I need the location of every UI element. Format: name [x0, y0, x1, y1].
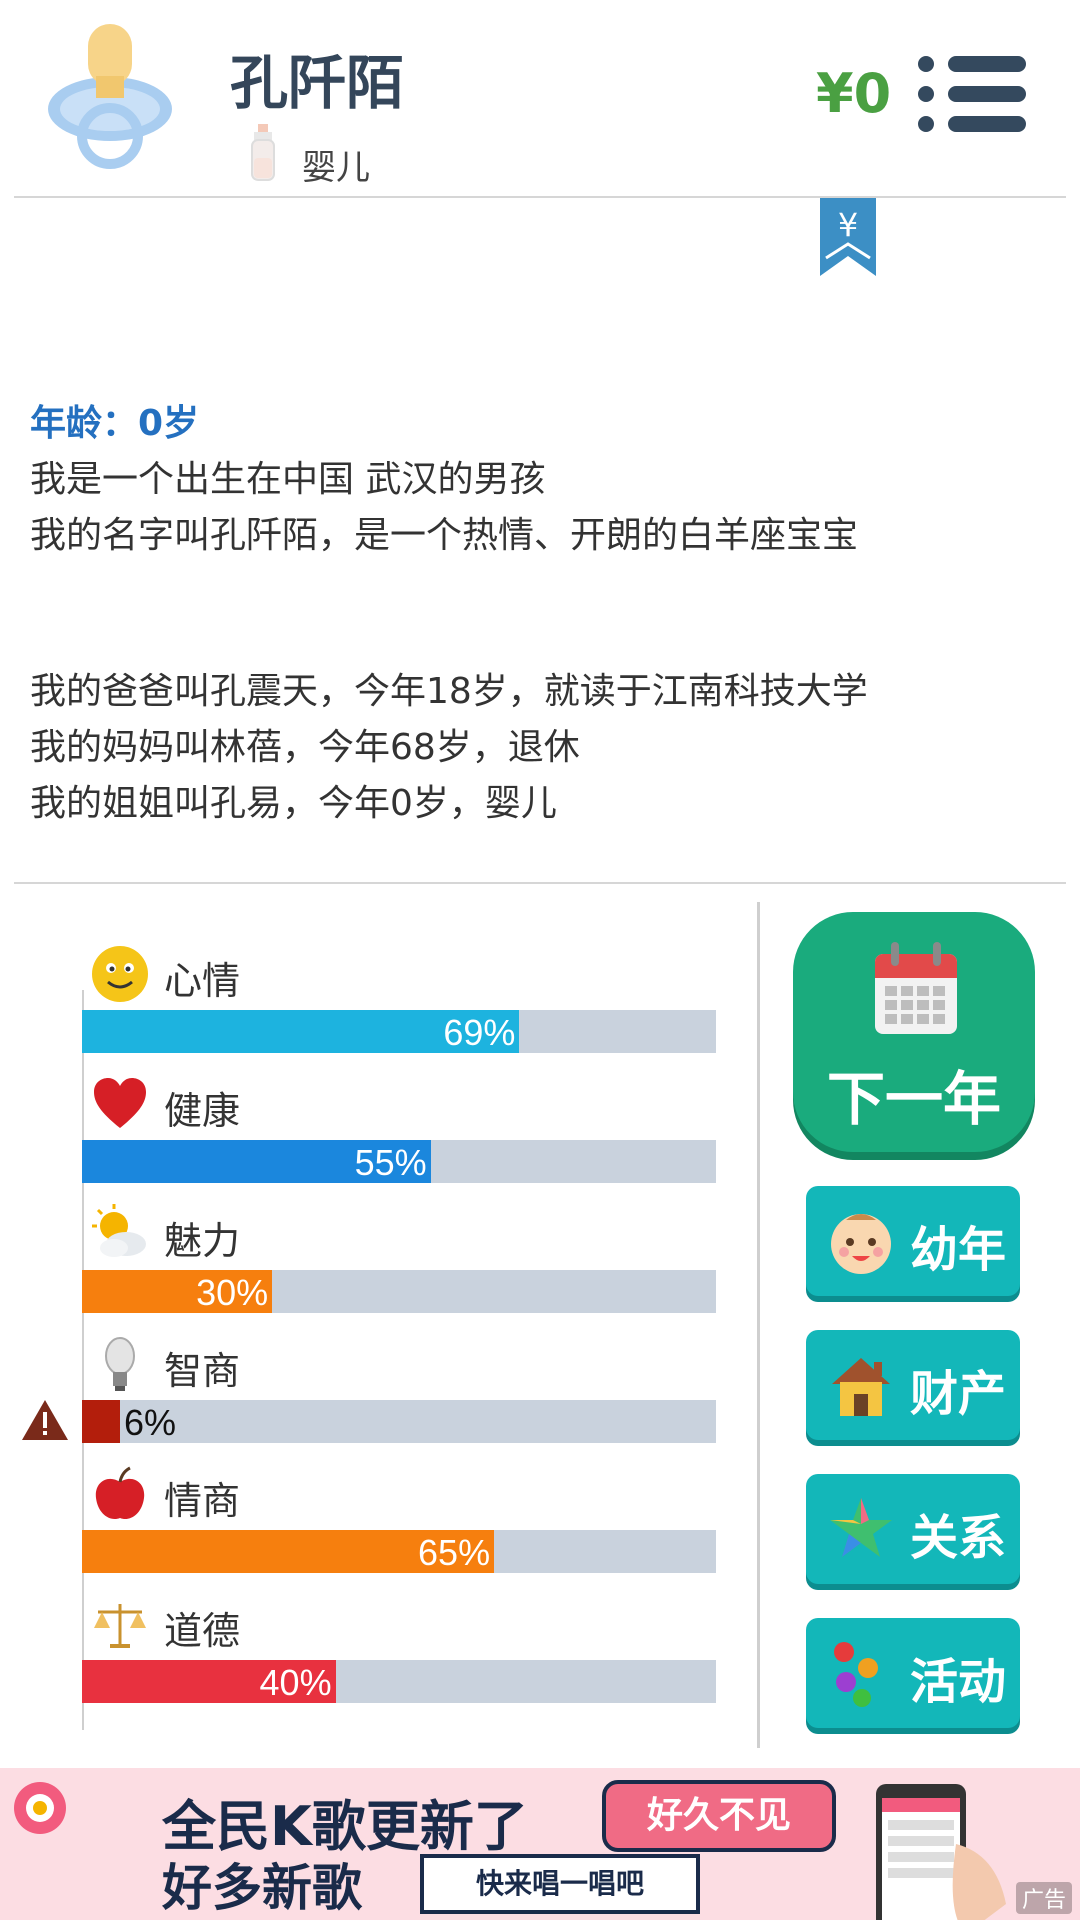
character-name: 孔阡陌 [230, 49, 405, 117]
stat-row: 道德 40% [0, 1594, 760, 1724]
story-line: 我是一个出生在中国 武汉的男孩 [30, 459, 546, 500]
baby-face-icon [831, 1214, 891, 1274]
stat-percent: 30% [196, 1272, 269, 1313]
smiley-icon [92, 946, 148, 1002]
stat-bar-fill: 65% [82, 1530, 495, 1573]
stat-row: 智商 6% [0, 1334, 760, 1464]
age-heading: 年龄：0岁 [30, 403, 200, 444]
baby-bottle-icon [251, 124, 275, 181]
stat-percent: 6% [124, 1402, 177, 1443]
sun-cloud-icon [92, 1204, 146, 1257]
stat-row: 魅力 30% [0, 1204, 760, 1334]
stat-bar-track: 30% [82, 1270, 716, 1313]
story-line: 我的爸爸叫孔震天，今年18岁，就读于江南科技大学 [30, 671, 868, 712]
calendar-icon [875, 942, 957, 1034]
story-divider [14, 882, 1066, 884]
phone-hand-icon [876, 1784, 1006, 1920]
money-amount: ¥0 [816, 62, 892, 125]
stat-label: 智商 [164, 1349, 241, 1393]
activities-button[interactable]: 活动 [806, 1618, 1020, 1728]
stat-percent: 69% [443, 1012, 516, 1053]
relations-button[interactable]: 关系 [806, 1474, 1020, 1584]
property-label: 财产 [910, 1366, 1007, 1422]
childhood-label: 幼年 [910, 1222, 1007, 1278]
childhood-button[interactable]: 幼年 [806, 1186, 1020, 1296]
stat-bar-fill: 40% [82, 1660, 336, 1703]
stat-bar-track: 65% [82, 1530, 716, 1573]
stat-bar-track: 55% [82, 1140, 716, 1183]
stat-label: 魅力 [164, 1219, 241, 1263]
ad-cta: 快来唱一唱吧 [420, 1854, 700, 1914]
header: 孔阡陌 婴儿 ¥0 [0, 0, 1080, 196]
pacifier-icon [48, 24, 172, 169]
stat-bar-fill: 6% [82, 1400, 176, 1443]
stat-row: 健康 55% [0, 1074, 760, 1204]
house-icon [832, 1358, 890, 1416]
scales-icon [94, 1604, 146, 1648]
story-line: 我的姐姐叫孔易，今年0岁，婴儿 [30, 783, 557, 824]
star-icon [830, 1498, 892, 1557]
apple-icon [95, 1466, 145, 1520]
lightbulb-icon [105, 1337, 135, 1391]
header-divider [14, 196, 1066, 198]
next-year-button[interactable]: 下一年 [793, 912, 1035, 1152]
menu-icon[interactable] [918, 56, 1026, 132]
story-line: 我的名字叫孔阡陌，是一个热情、开朗的白羊座宝宝 [30, 515, 859, 556]
relations-label: 关系 [910, 1510, 1007, 1566]
ksong-logo-icon [14, 1782, 66, 1834]
stat-bar-track: 69% [82, 1010, 716, 1053]
ad-bubble: 好久不见 [602, 1780, 836, 1852]
life-story: 年龄：0岁 我是一个出生在中国 武汉的男孩 我的名字叫孔阡陌，是一个热情、开朗的… [30, 396, 1050, 832]
life-stage-label: 婴儿 [302, 148, 370, 188]
warning-icon [22, 1400, 68, 1440]
ad-subtitle: 好多新歌 [162, 1859, 362, 1917]
stat-row: 心情 69% [0, 944, 760, 1074]
activities-label: 活动 [910, 1654, 1007, 1710]
stat-bar-fill: 30% [82, 1270, 273, 1313]
property-button[interactable]: 财产 [806, 1330, 1020, 1440]
stat-label: 道德 [164, 1609, 241, 1653]
bookmark-symbol: ¥ [838, 206, 858, 244]
story-line: 我的妈妈叫林蓓，今年68岁，退休 [30, 727, 580, 768]
ad-tag: 广告 [1015, 1882, 1072, 1914]
stat-row: 情商 65% [0, 1464, 760, 1594]
stat-percent: 55% [354, 1142, 427, 1183]
next-year-label: 下一年 [826, 1065, 1001, 1133]
ad-banner[interactable]: 全民K歌更新了 好多新歌 好久不见 快来唱一唱吧 广告 [0, 1768, 1080, 1920]
stat-bar-track: 40% [82, 1660, 716, 1703]
bookmark-yuan-icon[interactable]: ¥ [820, 198, 876, 276]
heart-icon [94, 1078, 146, 1128]
stat-bar-fill: 69% [82, 1010, 520, 1053]
activity-dots-icon [834, 1642, 878, 1707]
stat-label: 健康 [164, 1089, 241, 1133]
stat-bar-fill: 55% [82, 1140, 431, 1183]
stat-percent: 40% [259, 1662, 332, 1703]
stat-label: 情商 [164, 1479, 241, 1523]
stat-percent: 65% [418, 1532, 491, 1573]
stat-label: 心情 [164, 959, 241, 1003]
stat-bar-track: 6% [82, 1400, 716, 1443]
